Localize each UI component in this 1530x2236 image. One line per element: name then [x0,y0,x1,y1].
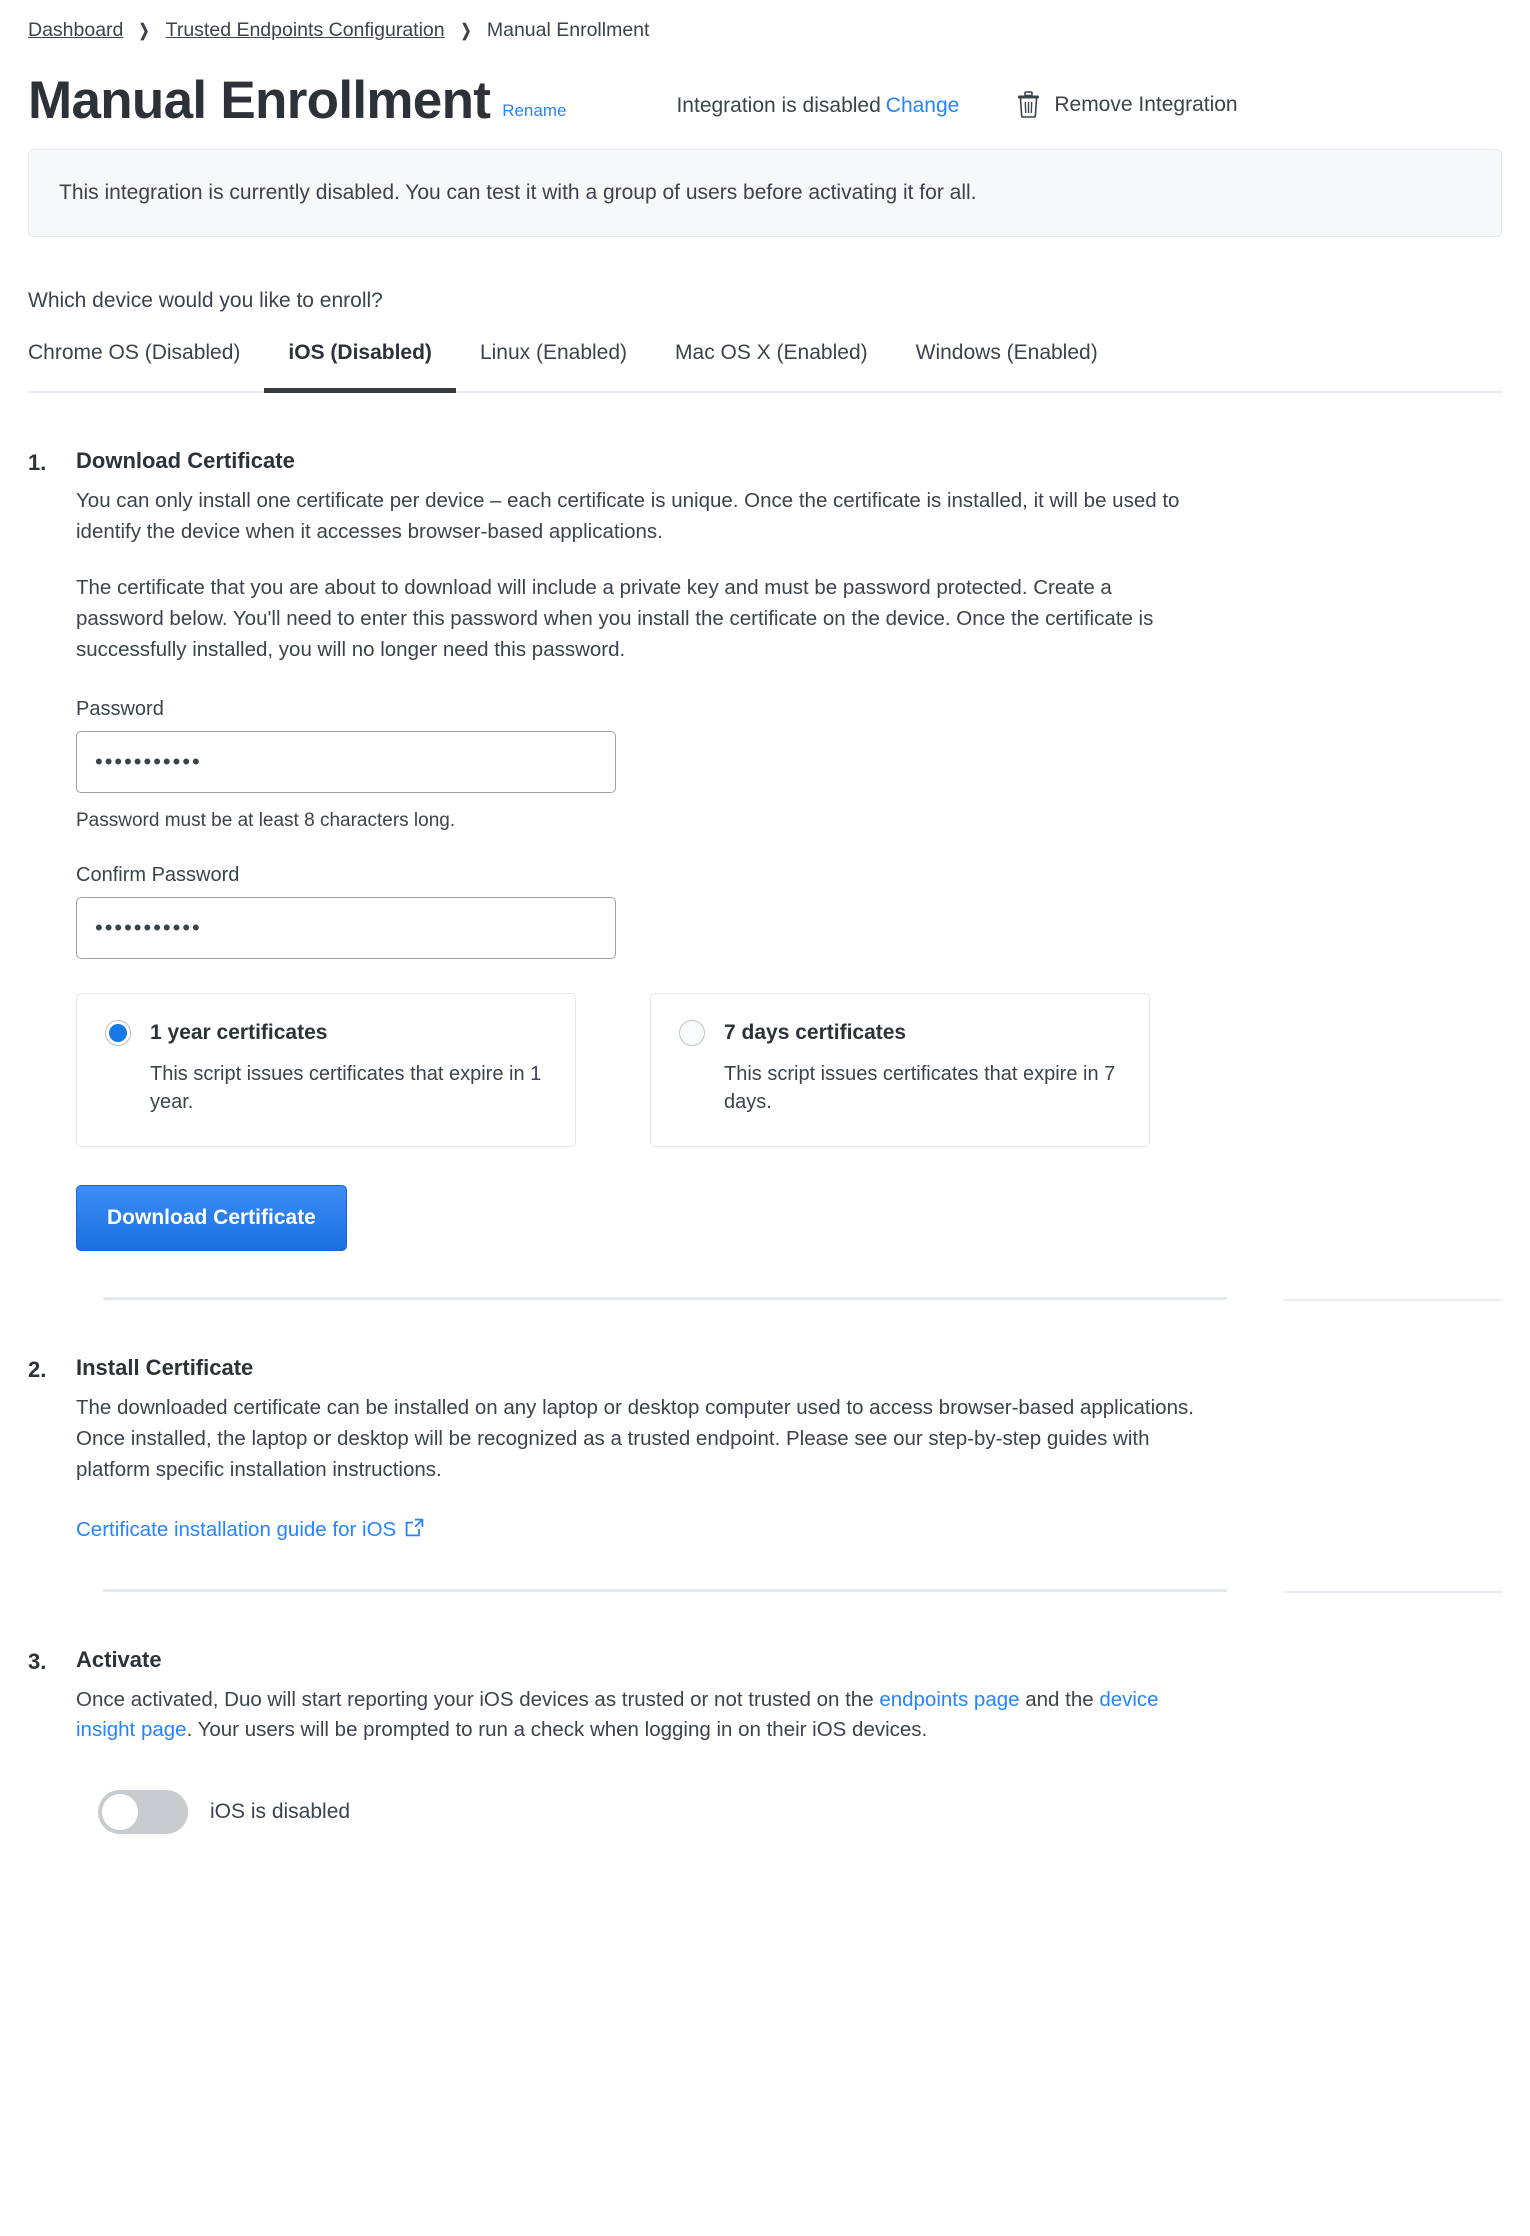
tab-mac-os-x[interactable]: Mac OS X (Enabled) [651,341,892,391]
step3-text-after: . Your users will be prompted to run a c… [186,1718,928,1742]
divider-left-segment [103,1297,1227,1301]
alert-message: This integration is currently disabled. … [59,181,977,205]
step3-text-before: Once activated, Duo will start reporting… [76,1687,880,1711]
radio-button-1-year[interactable] [105,1019,131,1046]
breadcrumb-separator-icon: ❯ [460,20,472,40]
breadcrumb-separator-icon: ❯ [139,20,150,40]
step2-paragraph-1: The downloaded certificate can be instal… [76,1396,1194,1481]
step-title: Activate [76,1646,162,1672]
step3-text-middle: and the [1019,1687,1100,1711]
page-title: Manual Enrollment [28,71,491,131]
device-picker-question: Which device would you like to enroll? [28,288,383,312]
tab-windows[interactable]: Windows (Enabled) [892,341,1122,391]
step-body: Install Certificate The downloaded certi… [76,1355,1196,1542]
breadcrumb: Dashboard ❯ Trusted Endpoints Configurat… [28,0,1502,43]
option-title: 7 days certificates [724,1020,907,1044]
step-body: Activate Once activated, Duo will start … [76,1647,1196,1835]
toggle-knob [102,1794,138,1831]
option-header: 1 year certificates [105,1019,547,1046]
change-status-link[interactable]: Change [886,94,960,117]
option-description: This script issues certificates that exp… [150,1062,542,1113]
integration-status: Integration is disabled Change [676,94,959,118]
password-input[interactable] [76,730,616,793]
device-tabs: Chrome OS (Disabled) iOS (Disabled) Linu… [28,341,1502,393]
page-root: Dashboard ❯ Trusted Endpoints Configurat… [0,0,1530,1835]
tab-linux[interactable]: Linux (Enabled) [456,341,651,391]
divider-right-segment [1283,1590,1502,1593]
ios-activate-toggle[interactable] [98,1790,188,1835]
option-7-days-certificates[interactable]: 7 days certificates This script issues c… [650,992,1150,1148]
section-divider [28,1588,1502,1593]
option-description: This script issues certificates that exp… [724,1062,1116,1113]
step-number: 1. [28,449,47,475]
breadcrumb-item-manual-enrollment: Manual Enrollment [486,19,650,41]
disabled-integration-alert: This integration is currently disabled. … [28,149,1502,237]
step-install-certificate: 2. Install Certificate The downloaded ce… [28,1355,1502,1542]
rename-link[interactable]: Rename [502,101,566,121]
certificate-duration-options: 1 year certificates This script issues c… [76,992,1196,1148]
password-label: Password [76,697,164,720]
download-certificate-button[interactable]: Download Certificate [76,1185,347,1252]
step-body: Download Certificate You can only instal… [76,448,1196,1252]
option-header: 7 days certificates [679,1019,1121,1046]
page-header: Manual Enrollment Rename Integration is … [28,65,1502,127]
divider-right-segment [1283,1299,1502,1302]
certificate-installation-guide-link[interactable]: Certificate installation guide for iOS [76,1518,424,1543]
option-1-year-certificates[interactable]: 1 year certificates This script issues c… [76,992,576,1148]
step-title: Install Certificate [76,1355,254,1381]
option-title: 1 year certificates [150,1020,328,1044]
step-number: 3. [28,1648,47,1674]
confirm-password-input[interactable] [76,896,616,959]
toggle-label: iOS is disabled [210,1800,351,1824]
remove-integration-label: Remove Integration [1054,92,1238,116]
trash-icon [1017,91,1040,119]
integration-status-text: Integration is disabled [676,94,881,118]
tab-ios[interactable]: iOS (Disabled) [264,341,456,393]
step3-paragraph: Once activated, Duo will start reporting… [76,1685,1196,1747]
certificate-installation-guide-label: Certificate installation guide for iOS [76,1518,397,1542]
step-download-certificate: 1. Download Certificate You can only ins… [28,448,1502,1252]
endpoints-page-link[interactable]: endpoints page [879,1688,1019,1711]
external-link-icon [405,1518,424,1543]
radio-button-7-days[interactable] [679,1019,705,1046]
tab-chrome-os[interactable]: Chrome OS (Disabled) [28,341,264,391]
step-number: 2. [28,1357,47,1383]
password-help-text: Password must be at least 8 characters l… [76,809,456,831]
breadcrumb-item-trusted-endpoints-configuration[interactable]: Trusted Endpoints Configuration [166,18,445,43]
step-title: Download Certificate [76,447,295,473]
breadcrumb-item-dashboard[interactable]: Dashboard [28,18,123,43]
confirm-password-label: Confirm Password [76,863,240,886]
remove-integration-button[interactable]: Remove Integration [1017,91,1238,119]
activate-toggle-row: iOS is disabled [98,1790,1196,1835]
divider-left-segment [103,1588,1227,1592]
step1-paragraph-2: The certificate that you are about to do… [76,576,1154,661]
section-divider [28,1297,1502,1302]
step1-paragraph-1: You can only install one certificate per… [76,488,1180,543]
step-activate: 3. Activate Once activated, Duo will sta… [28,1647,1502,1835]
